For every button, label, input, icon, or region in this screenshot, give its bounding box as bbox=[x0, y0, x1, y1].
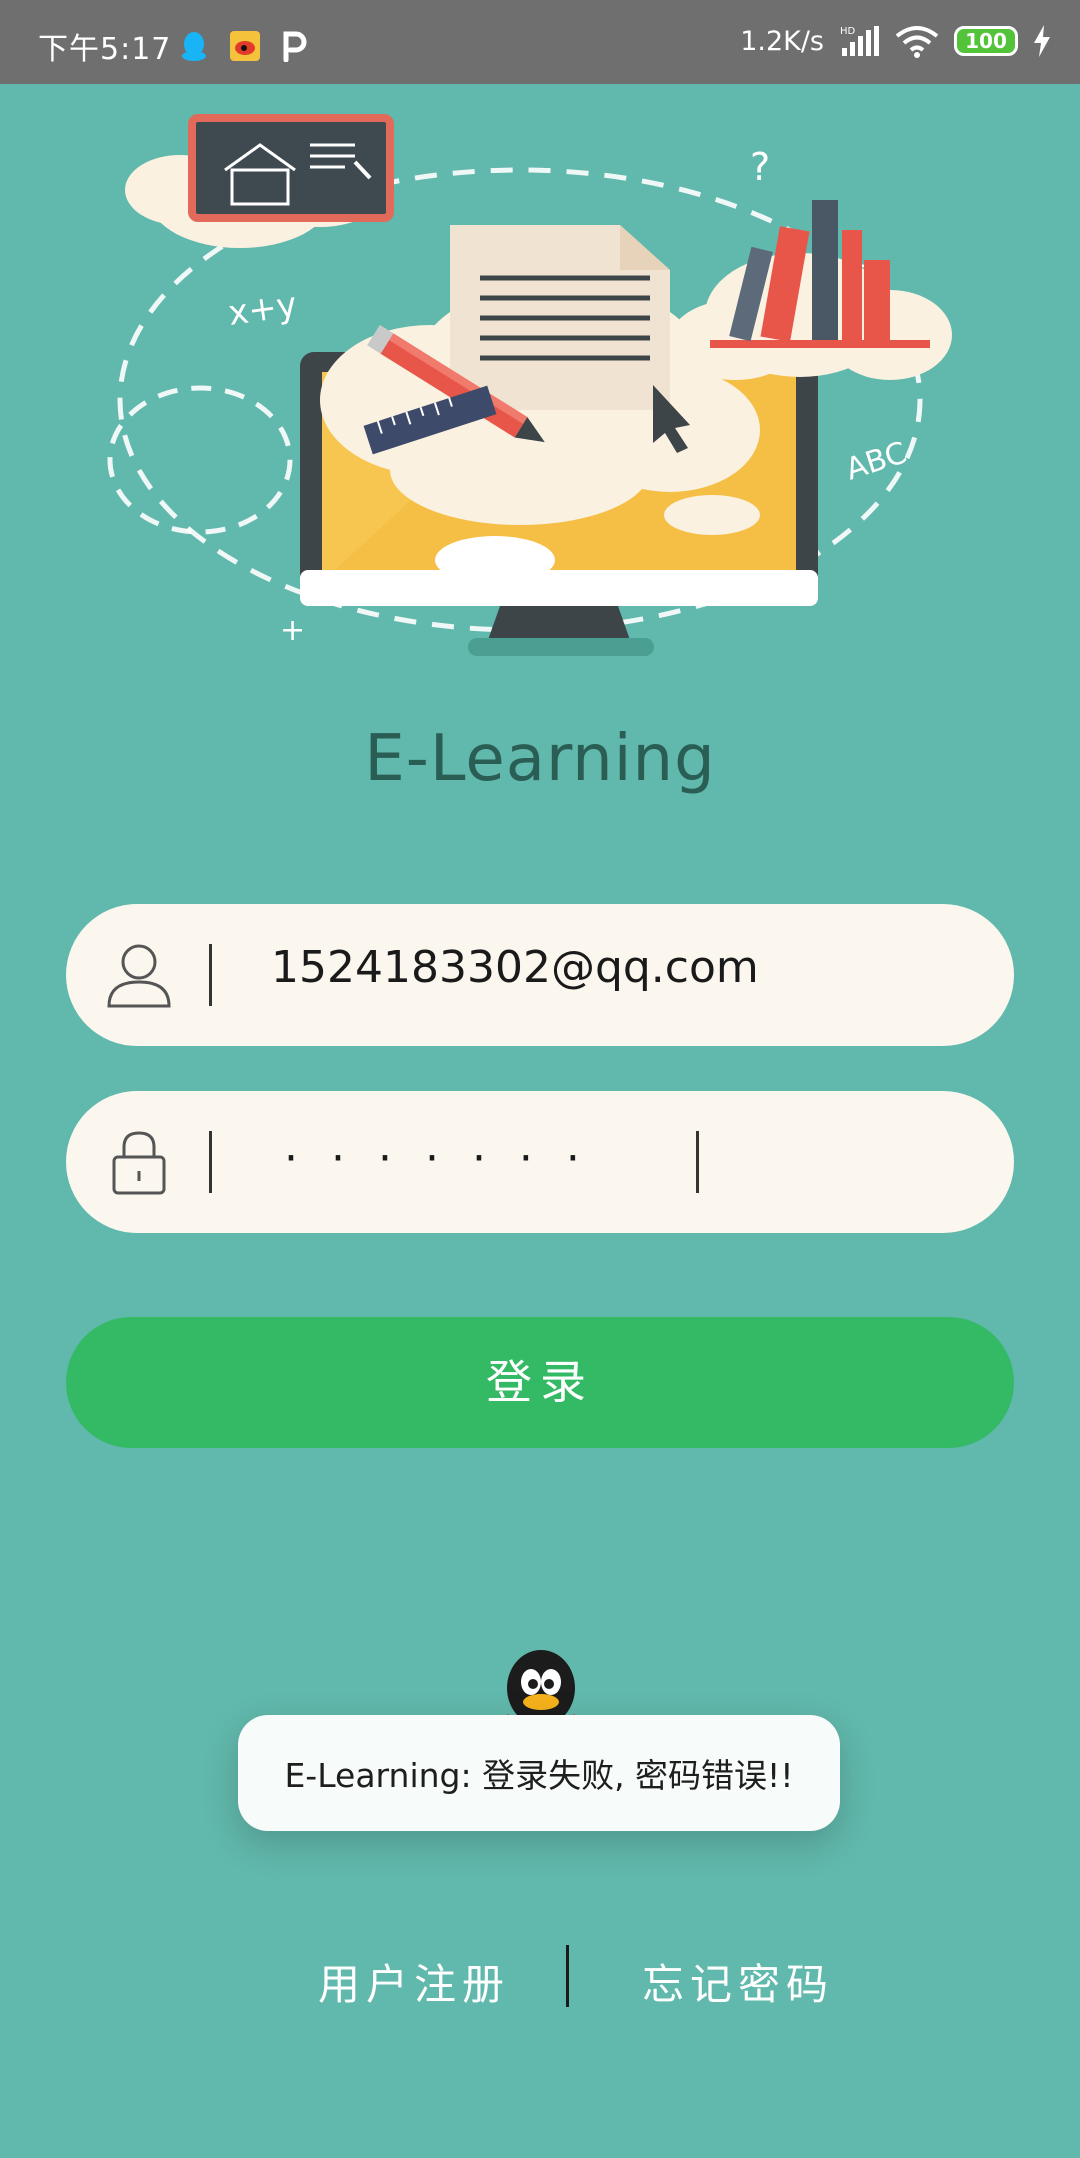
status-time: 下午5:17 bbox=[38, 32, 172, 67]
status-bar: 下午5:17 1.2K/s HD 100 bbox=[0, 0, 1080, 84]
network-speed: 1.2K/s bbox=[740, 25, 824, 57]
field-separator bbox=[209, 944, 212, 1006]
user-icon bbox=[107, 944, 171, 1008]
status-right-group: 1.2K/s HD 100 bbox=[740, 24, 1052, 58]
bottom-links: 用户注册 忘记密码 bbox=[0, 1945, 1080, 2009]
register-link[interactable]: 用户注册 bbox=[318, 1951, 510, 2012]
battery-indicator: 100 bbox=[954, 26, 1018, 56]
signal-icon: HD bbox=[840, 26, 879, 56]
charging-icon bbox=[1034, 25, 1050, 57]
cloud-books bbox=[670, 200, 952, 380]
error-toast: E-Learning: 登录失败, 密码错误!! bbox=[238, 1715, 840, 1831]
svg-text:x+y: x+y bbox=[226, 285, 300, 334]
login-button[interactable]: 登录 bbox=[66, 1317, 1014, 1448]
svg-text:?: ? bbox=[750, 145, 770, 189]
e-learning-illustration: x+y ? = ABC + bbox=[107, 114, 952, 656]
text-cursor bbox=[696, 1131, 699, 1193]
password-input-value[interactable]: ······· bbox=[284, 1109, 613, 1209]
link-divider bbox=[566, 1945, 569, 2007]
password-field[interactable]: ······· bbox=[66, 1091, 1014, 1233]
app-title: E-Learning bbox=[364, 722, 716, 796]
wifi-icon bbox=[895, 26, 939, 58]
lock-icon bbox=[112, 1131, 166, 1195]
field-separator bbox=[209, 1131, 212, 1193]
svg-text:HD: HD bbox=[840, 26, 856, 37]
qq-icon bbox=[182, 32, 206, 61]
forgot-password-link[interactable]: 忘记密码 bbox=[642, 1951, 834, 2012]
svg-text:+: + bbox=[280, 613, 305, 648]
cloud-chalkboard bbox=[125, 114, 394, 248]
p-icon bbox=[283, 31, 307, 62]
login-screen: 下午5:17 1.2K/s HD 100 x+y ? ABC + E-Learn… bbox=[0, 0, 1080, 2158]
weibo-icon bbox=[230, 31, 260, 61]
status-notification-icons bbox=[180, 30, 308, 62]
svg-text:ABC: ABC bbox=[842, 435, 911, 487]
email-field[interactable]: 1524183302@qq.com bbox=[66, 904, 1014, 1046]
email-input-value[interactable]: 1524183302@qq.com bbox=[271, 942, 759, 993]
